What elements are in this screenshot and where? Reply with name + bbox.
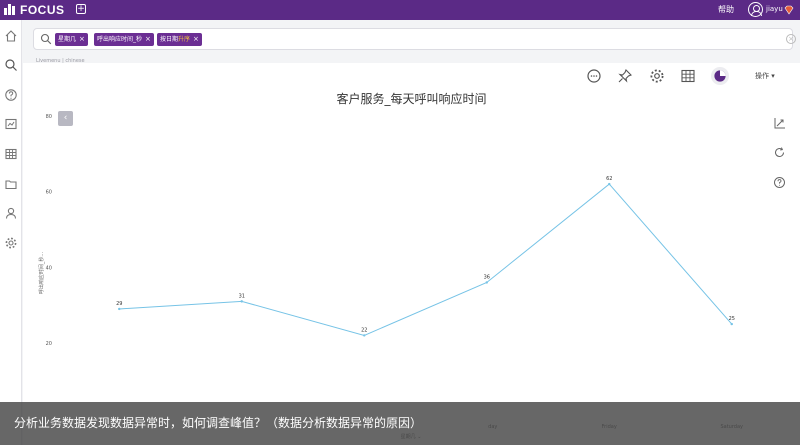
line-chart: 20406080呼出响应时间_秒...293122366225dayFriday… <box>38 114 743 440</box>
caption-overlay: 分析业务数据发现数据异常时，如何调查峰值？（数据分析数据异常的原因） <box>0 402 800 445</box>
top-bar: FOCUS + 帮助 jiayu <box>0 0 800 20</box>
add-tab-button[interactable]: + <box>76 4 86 14</box>
y-tick-label: 80 <box>46 114 52 120</box>
search-bar[interactable]: 星期几 × 呼出响应时间_秒 × 按日期升序 × × <box>33 28 796 50</box>
data-label: 22 <box>361 327 367 333</box>
tag-label: 按日期 <box>160 36 179 43</box>
search-tag[interactable]: 星期几 × <box>55 33 88 46</box>
data-label: 36 <box>484 274 490 280</box>
username[interactable]: jiayu <box>766 5 783 13</box>
dashboard-nav-icon[interactable] <box>4 116 18 130</box>
brand-name: FOCUS <box>20 3 65 17</box>
series-line <box>119 183 733 336</box>
data-point <box>240 300 243 303</box>
data-label: 62 <box>606 176 612 182</box>
gem-icon[interactable] <box>784 5 794 15</box>
data-point <box>608 182 611 186</box>
help-nav-icon[interactable] <box>4 87 18 101</box>
data-point <box>118 307 121 311</box>
sidebar-nav <box>0 20 22 445</box>
data-label: 31 <box>239 293 245 299</box>
brand-logo[interactable]: FOCUS <box>0 3 65 17</box>
tag-label: 呼出响应时间_秒 <box>97 36 143 43</box>
tag-sort-keyword: 升序 <box>178 36 191 43</box>
tag-remove-icon[interactable]: × <box>145 35 151 43</box>
clear-search-icon[interactable]: × <box>786 34 796 44</box>
search-nav-icon[interactable] <box>4 57 18 71</box>
help-link[interactable]: 帮助 <box>718 4 734 15</box>
y-axis-label: 呼出响应时间_秒... <box>38 251 45 294</box>
chart-panel: 操作 ▾ 客户服务_每天呼叫响应时间 ‹ 20 40 60 80 呼出响应时间_秒...… <box>23 63 800 445</box>
search-tag[interactable]: 按日期升序 × <box>157 33 202 46</box>
home-icon[interactable] <box>4 28 18 42</box>
data-point <box>730 322 733 326</box>
y-tick-label: 40 <box>46 265 52 271</box>
data-point <box>363 334 366 337</box>
user-avatar-icon[interactable] <box>748 2 763 17</box>
search-tag[interactable]: 呼出响应时间_秒 × <box>94 33 154 46</box>
tag-remove-icon[interactable]: × <box>79 35 85 43</box>
data-point <box>485 281 488 284</box>
data-label: 29 <box>116 301 122 307</box>
caption-text: 分析业务数据发现数据异常时，如何调查峰值？（数据分析数据异常的原因） <box>14 416 423 430</box>
folder-nav-icon[interactable] <box>4 176 18 190</box>
user-nav-icon[interactable] <box>4 205 18 219</box>
search-icon[interactable] <box>40 33 52 45</box>
logo-icon <box>4 4 16 16</box>
tag-remove-icon[interactable]: × <box>193 35 199 43</box>
table-nav-icon[interactable] <box>4 146 18 160</box>
data-label: 25 <box>729 316 735 322</box>
tag-label: 星期几 <box>58 36 77 43</box>
settings-nav-icon[interactable] <box>4 235 18 249</box>
y-tick-label: 20 <box>46 341 52 347</box>
y-tick-label: 60 <box>46 190 52 196</box>
